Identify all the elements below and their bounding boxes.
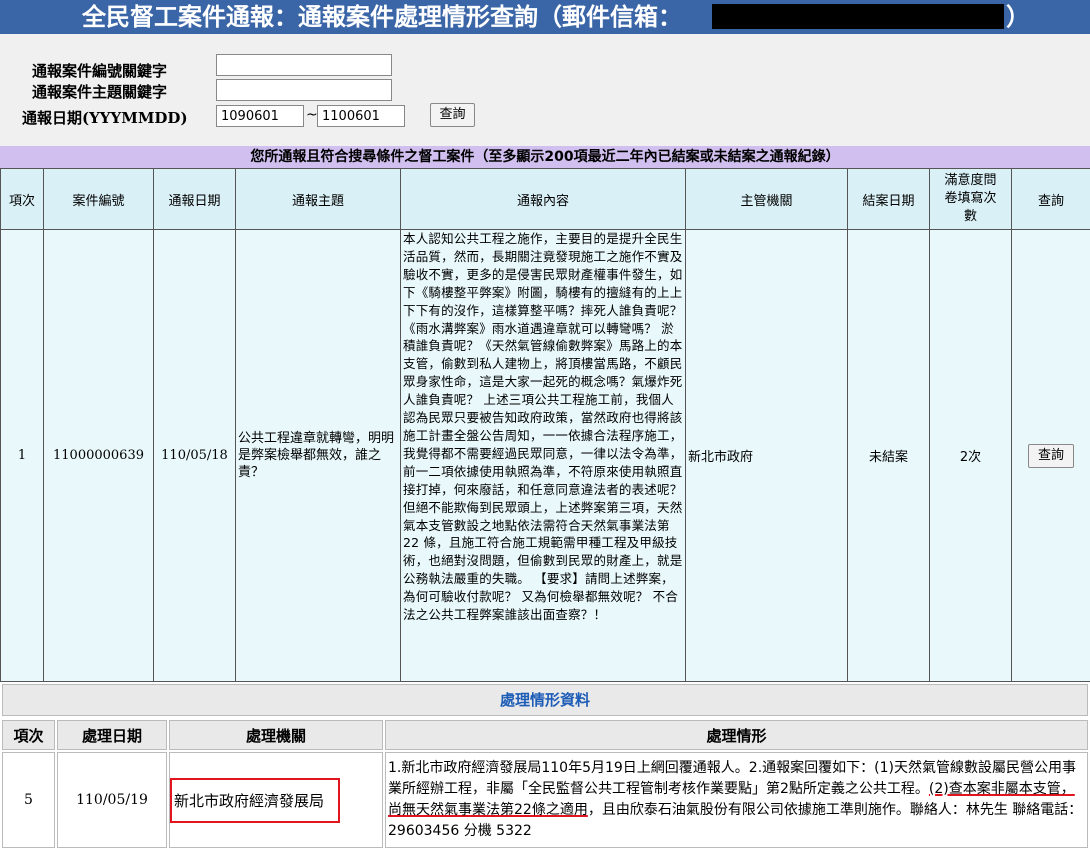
page-title-close: ） <box>1006 3 1030 31</box>
page-title: 全民督工案件通報：通報案件處理情形查詢（郵件信箱： <box>82 3 682 31</box>
row-agency: 新北市政府 <box>685 229 848 682</box>
row-date: 110/05/18 <box>153 229 236 682</box>
col-content: 通報內容 <box>400 168 686 230</box>
subject-label: 通報案件主題關鍵字 <box>32 83 168 101</box>
subject-input[interactable] <box>216 79 392 101</box>
col-query: 查詢 <box>1011 168 1090 230</box>
proc-row-agency-cell: 新北市政府經濟發展局 <box>169 752 383 848</box>
row-subject: 公共工程違章就轉彎，明明是弊案檢舉都無效，誰之責？ <box>235 229 401 682</box>
proc-row-agency: 新北市政府經濟發展局 <box>170 777 341 823</box>
col-closed-date: 結案日期 <box>847 168 930 230</box>
col-subject: 通報主題 <box>235 168 401 230</box>
row-query-cell: 查詢 <box>1011 229 1090 682</box>
date-label: 通報日期(YYYMMDD) <box>22 109 188 127</box>
proc-row-date: 110/05/19 <box>57 752 167 848</box>
results-banner: 您所通報且符合搜尋條件之督工案件（至多顯示200項最近二年內已結案或未結案之通報… <box>0 146 1090 168</box>
proc-row-situation: 1.新北市政府經濟發展局110年5月19日上網回覆通報人。2.通報案回覆如下：(… <box>385 752 1088 848</box>
row-case-no: 11000000639 <box>43 229 154 682</box>
row-query-button[interactable]: 查詢 <box>1028 443 1074 468</box>
proc-col-agency: 處理機關 <box>169 720 383 750</box>
processing-header-row: 項次 處理日期 處理機關 處理情形 <box>2 720 1088 750</box>
row-closed-date: 未結案 <box>847 229 930 682</box>
col-item: 項次 <box>0 168 44 230</box>
proc-row-item: 5 <box>2 752 55 848</box>
date-range-separator: ~ <box>306 107 318 123</box>
redacted-email <box>712 4 1004 29</box>
date-to-input[interactable] <box>317 105 405 127</box>
processing-section-title: 處理情形資料 <box>2 684 1088 716</box>
search-form: 通報案件編號關鍵字 通報案件主題關鍵字 通報日期(YYYMMDD) ~ 查詢 <box>0 34 1090 146</box>
results-table: 項次 案件編號 通報日期 通報主題 通報內容 主管機關 結案日期 滿意度問卷填寫… <box>0 168 1090 682</box>
proc-col-situation: 處理情形 <box>385 720 1088 750</box>
date-from-input[interactable] <box>216 105 304 127</box>
table-row: 5 110/05/19 新北市政府經濟發展局 1.新北市政府經濟發展局110年5… <box>2 752 1088 848</box>
table-row: 1 11000000639 110/05/18 公共工程違章就轉彎，明明是弊案檢… <box>0 229 1090 682</box>
col-date: 通報日期 <box>153 168 236 230</box>
proc-col-date: 處理日期 <box>57 720 167 750</box>
processing-table: 項次 處理日期 處理機關 處理情形 5 110/05/19 新北市政府經濟發展局… <box>0 718 1090 850</box>
search-button[interactable]: 查詢 <box>430 103 475 127</box>
row-survey-count: 2次 <box>929 229 1012 682</box>
results-header-row: 項次 案件編號 通報日期 通報主題 通報內容 主管機關 結案日期 滿意度問卷填寫… <box>0 168 1090 230</box>
proc-col-item: 項次 <box>2 720 55 750</box>
case-no-label: 通報案件編號關鍵字 <box>32 62 168 80</box>
col-case-no: 案件編號 <box>43 168 154 230</box>
case-no-input[interactable] <box>216 54 392 76</box>
row-item: 1 <box>0 229 44 682</box>
page-title-bar: 全民督工案件通報：通報案件處理情形查詢（郵件信箱： ） <box>0 0 1090 34</box>
row-content: 本人認知公共工程之施作，主要目的是提升全民生活品質，然而，長期關注竟發現施工之施… <box>400 229 686 682</box>
col-agency: 主管機關 <box>685 168 848 230</box>
col-survey-count: 滿意度問卷填寫次數 <box>929 168 1012 230</box>
